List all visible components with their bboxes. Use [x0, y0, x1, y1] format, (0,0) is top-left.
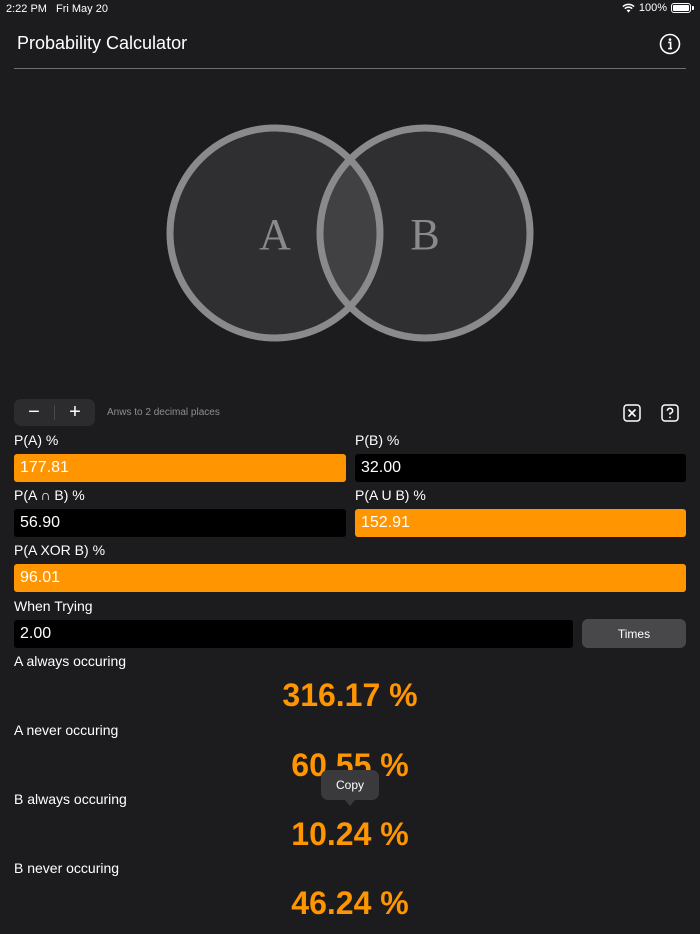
status-bar: 2:22 PM Fri May 20 100% [0, 0, 700, 18]
pa-field[interactable]: 177.81 [14, 454, 346, 482]
result-label-b-never: B never occuring [14, 860, 120, 876]
decimal-stepper[interactable]: − + [14, 399, 95, 426]
decrement-button[interactable]: − [14, 399, 54, 426]
status-right: 100% [622, 2, 694, 14]
decimal-hint: Anws to 2 decimal places [107, 407, 220, 418]
status-date: Fri May 20 [56, 3, 108, 15]
pab-label: P(A ∩ B) % [14, 487, 85, 503]
increment-button[interactable]: + [55, 399, 95, 426]
battery-icon [671, 3, 691, 13]
venn-label-b: B [410, 210, 439, 259]
times-button[interactable]: Times [582, 619, 686, 648]
battery-percent: 100% [638, 2, 667, 14]
pa-label: P(A) % [14, 432, 59, 448]
venn-intersection [320, 128, 380, 338]
result-label-a-never: A never occuring [14, 722, 119, 738]
result-value-b-always[interactable]: 10.24 % [0, 816, 700, 853]
trying-label: When Trying [14, 598, 93, 614]
status-time: 2:22 PM [6, 3, 47, 15]
venn-circle-b [320, 128, 530, 338]
result-label-a-always: A always occuring [14, 653, 127, 669]
x-square-icon[interactable] [623, 404, 641, 422]
trying-field[interactable]: 2.00 [14, 620, 573, 648]
venn-label-a: A [259, 210, 291, 259]
info-circle-icon[interactable] [659, 33, 681, 55]
pxor-field[interactable]: 96.01 [14, 564, 686, 592]
copy-tooltip[interactable]: Copy [321, 770, 379, 806]
pb-label: P(B) % [355, 432, 400, 448]
result-value-b-never[interactable]: 46.24 % [0, 885, 700, 922]
pab-field[interactable]: 56.90 [14, 509, 346, 537]
paub-label: P(A U B) % [355, 487, 426, 503]
pxor-label: P(A XOR B) % [14, 542, 106, 558]
wifi-icon [622, 3, 635, 13]
result-label-b-always: B always occuring [14, 791, 127, 807]
question-square-icon[interactable] [661, 404, 679, 422]
result-value-a-always[interactable]: 316.17 % [0, 677, 700, 714]
paub-field[interactable]: 152.91 [355, 509, 686, 537]
app-title: Probability Calculator [17, 33, 188, 53]
header-divider [14, 68, 686, 69]
venn-circle-a [170, 128, 380, 338]
pb-field[interactable]: 32.00 [355, 454, 686, 482]
